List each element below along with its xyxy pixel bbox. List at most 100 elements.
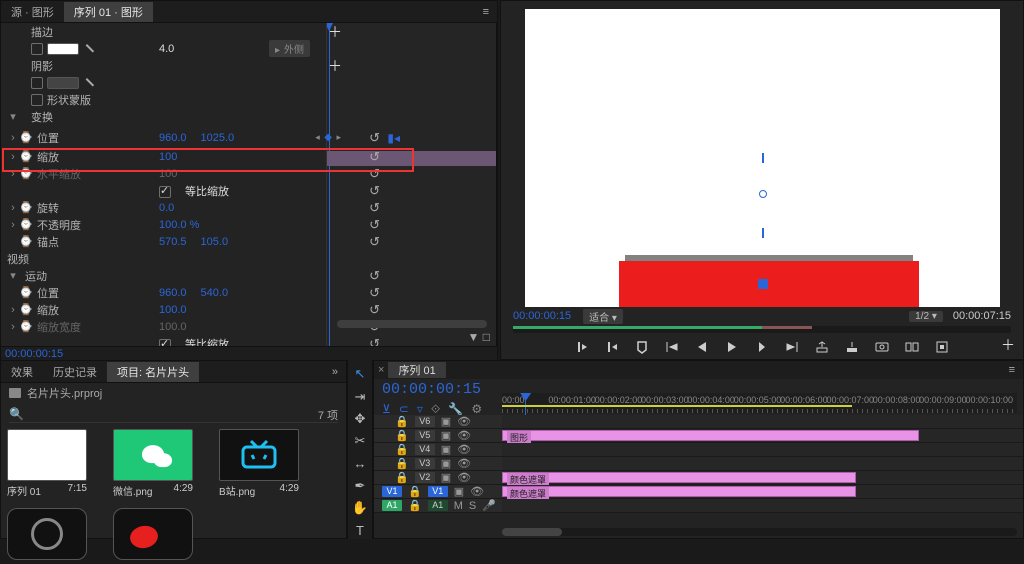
rotate-value[interactable]: 0.0: [159, 202, 174, 214]
resolution-dropdown[interactable]: 1/2 ▾: [909, 311, 943, 322]
project-path[interactable]: 名片片头.prproj: [1, 383, 346, 403]
lock-icon[interactable]: 🔒: [395, 471, 409, 484]
reset-icon[interactable]: ↺: [369, 234, 380, 250]
clip-matte[interactable]: 颜色遮罩: [502, 472, 856, 483]
reset-icon[interactable]: ↺: [369, 200, 380, 216]
mute-icon[interactable]: M: [454, 500, 463, 512]
lift-icon[interactable]: [815, 340, 829, 354]
eyedropper-icon[interactable]: [82, 39, 102, 59]
lock-icon[interactable]: 🔒: [395, 457, 409, 470]
bin-item-netease[interactable]: [7, 508, 103, 560]
stopwatch-icon[interactable]: ⌚: [19, 201, 31, 214]
track-v1[interactable]: V1🔒V1▣👁颜色遮罩: [374, 485, 1023, 499]
slip-tool-icon[interactable]: ↔: [351, 456, 369, 472]
reset-icon[interactable]: ↺: [369, 302, 380, 318]
mark-in-icon[interactable]: [575, 340, 589, 354]
anchor-handle-icon[interactable]: [762, 153, 764, 163]
timeline-h-scrollbar[interactable]: [502, 528, 1017, 536]
tab-history[interactable]: 历史记录: [43, 362, 107, 382]
razor-tool-icon[interactable]: ✂: [351, 433, 369, 449]
track-target[interactable]: V6: [415, 416, 435, 427]
position-y-value[interactable]: 1025.0: [201, 132, 235, 144]
reset-icon[interactable]: ↺: [369, 149, 380, 165]
program-tc-left[interactable]: 00:00:00:15: [513, 310, 571, 322]
stroke-color-swatch[interactable]: [47, 43, 79, 55]
lock-icon[interactable]: 🔒: [408, 485, 422, 498]
go-out-icon[interactable]: [785, 340, 799, 354]
program-scrubber[interactable]: [513, 326, 1011, 333]
source-patch[interactable]: A1: [382, 500, 402, 511]
bin-item-wechat[interactable]: 微信.png4:29: [113, 429, 209, 498]
timeline-panel-menu[interactable]: ≡: [1001, 364, 1023, 376]
tab-effects[interactable]: 效果: [1, 362, 43, 382]
toggle-output-icon[interactable]: ▣: [441, 443, 451, 456]
ripple-edit-tool-icon[interactable]: ✥: [351, 411, 369, 427]
selection-tool-icon[interactable]: ↖: [351, 366, 369, 382]
track-a1[interactable]: A1🔒A1MS🎤: [374, 499, 1023, 513]
source-patch[interactable]: V1: [382, 486, 402, 497]
stopwatch-icon[interactable]: ⌚: [19, 286, 31, 299]
eye-icon[interactable]: 👁: [457, 415, 471, 428]
motion-scale-value[interactable]: 100.0: [159, 304, 187, 316]
reset-icon[interactable]: ↺: [369, 217, 380, 233]
marker-icon[interactable]: [635, 340, 649, 354]
pen-tool-icon[interactable]: ✒: [351, 478, 369, 494]
keyframe-nav[interactable]: ◂ ◆ ▸: [315, 132, 342, 143]
stopwatch-icon[interactable]: ⌚: [19, 150, 31, 163]
toggle-output-icon[interactable]: ▣: [441, 457, 451, 470]
stroke-type-dropdown[interactable]: ▸外侧: [269, 40, 310, 57]
clip-matte[interactable]: 颜色遮罩: [502, 486, 856, 497]
mask-tool-icon[interactable]: ▮◂: [387, 131, 400, 145]
ec-timecode[interactable]: 00:00:00:15: [5, 348, 63, 360]
bin-item-weibo[interactable]: [113, 508, 209, 560]
lock-icon[interactable]: 🔒: [395, 443, 409, 456]
toggle-output-icon[interactable]: ▣: [441, 471, 451, 484]
filter-icon[interactable]: ▼ □: [468, 330, 490, 344]
shadow-color-swatch[interactable]: [47, 77, 79, 89]
eye-icon[interactable]: 👁: [457, 457, 471, 470]
mask-enable-checkbox[interactable]: [31, 94, 43, 106]
comparison-icon[interactable]: [905, 340, 919, 354]
track-target[interactable]: V1: [428, 486, 448, 497]
uniform-scale-checkbox[interactable]: [159, 186, 171, 198]
stroke-width-value[interactable]: 4.0: [159, 43, 174, 55]
motion-position-x[interactable]: 960.0: [159, 287, 187, 299]
stroke-enable-checkbox[interactable]: [31, 43, 43, 55]
anchor-y-value[interactable]: 105.0: [201, 236, 229, 248]
project-panel-menu[interactable]: »: [324, 366, 346, 378]
eye-icon[interactable]: 👁: [457, 471, 471, 484]
tab-project[interactable]: 项目: 名片片头: [107, 362, 199, 382]
stopwatch-icon[interactable]: ⌚: [19, 235, 31, 248]
eye-icon[interactable]: 👁: [457, 443, 471, 456]
track-target[interactable]: A1: [428, 500, 448, 511]
track-v4[interactable]: 🔒V4▣👁: [374, 443, 1023, 457]
toggle-output-icon[interactable]: ▣: [454, 485, 464, 498]
eyedropper-icon[interactable]: [82, 73, 102, 93]
lock-icon[interactable]: 🔒: [395, 429, 409, 442]
track-v6[interactable]: 🔒V6▣👁: [374, 415, 1023, 429]
step-back-icon[interactable]: [695, 340, 709, 354]
hand-tool-icon[interactable]: ✋: [351, 500, 369, 516]
motion-uniform-checkbox[interactable]: [159, 339, 171, 346]
clip-graphic[interactable]: 图形: [502, 430, 919, 441]
button-editor-icon[interactable]: ＋: [1001, 335, 1015, 355]
step-forward-icon[interactable]: [755, 340, 769, 354]
track-select-tool-icon[interactable]: ⇥: [351, 388, 369, 404]
red-rectangle-graphic[interactable]: [619, 261, 919, 307]
reset-icon[interactable]: ↺: [369, 183, 380, 199]
solo-icon[interactable]: S: [469, 500, 476, 512]
toggle-output-icon[interactable]: ▣: [441, 415, 451, 428]
eye-icon[interactable]: 👁: [457, 429, 471, 442]
stopwatch-icon[interactable]: ⌚: [19, 131, 31, 144]
lock-icon[interactable]: 🔒: [408, 499, 422, 512]
extract-icon[interactable]: [845, 340, 859, 354]
play-icon[interactable]: [725, 340, 739, 354]
toggle-output-icon[interactable]: ▣: [441, 429, 451, 442]
bin-item-bilibili[interactable]: B站.png4:29: [219, 429, 315, 498]
track-target[interactable]: V3: [415, 458, 435, 469]
motion-position-y[interactable]: 540.0: [201, 287, 229, 299]
stopwatch-icon[interactable]: ⌚: [19, 218, 31, 231]
track-v5[interactable]: 🔒V5▣👁图形: [374, 429, 1023, 443]
zoom-fit-dropdown[interactable]: 适合 ▾: [583, 309, 623, 324]
reset-icon[interactable]: ↺: [369, 285, 380, 301]
